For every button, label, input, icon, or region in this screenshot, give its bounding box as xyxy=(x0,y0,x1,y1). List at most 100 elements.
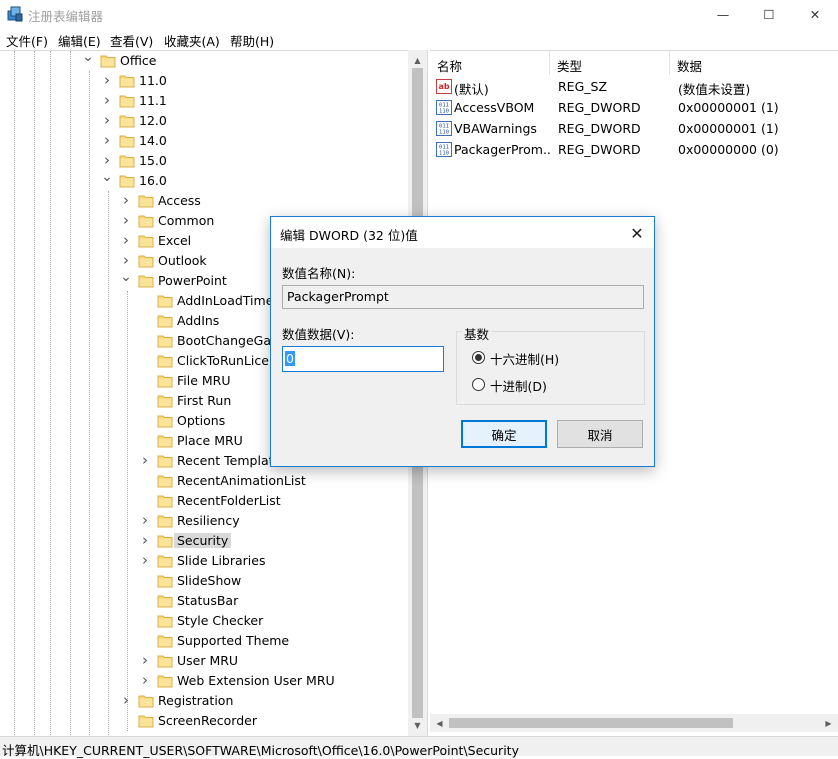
scroll-right-arrow-icon[interactable]: ▶ xyxy=(819,714,838,732)
folder-icon xyxy=(157,515,173,528)
tree-item-label: BootChangeGate xyxy=(177,333,284,348)
folder-icon xyxy=(157,435,173,448)
close-button[interactable]: ✕ xyxy=(792,0,838,28)
chevron-down-icon[interactable]: ⌄ xyxy=(120,269,132,285)
tree-item[interactable]: ⌄ 16.0 xyxy=(0,169,408,191)
chevron-right-icon[interactable]: › xyxy=(101,71,113,89)
regedit-icon xyxy=(7,6,23,22)
menu-favorites[interactable]: 收藏夹(A) xyxy=(164,31,220,50)
tree-item[interactable]: Supported Theme xyxy=(0,631,408,651)
tree-item[interactable]: ⌄ Office xyxy=(0,51,408,71)
value-data-cell: 0x00000001 (1) xyxy=(678,121,779,136)
tree-item-label: 16.0 xyxy=(139,173,167,188)
value-row[interactable]: ab (默认) REG_SZ (数值未设置) xyxy=(430,76,838,97)
tree-item[interactable]: › Registration xyxy=(0,691,408,711)
values-scroll-thumb[interactable] xyxy=(449,718,733,728)
menu-edit[interactable]: 编辑(E) xyxy=(58,31,101,50)
value-data-label: 数值数据(V): xyxy=(282,327,355,342)
menu-file[interactable]: 文件(F) xyxy=(6,31,48,50)
ok-button[interactable]: 确定 xyxy=(461,420,547,448)
tree-item[interactable]: › 11.0 xyxy=(0,71,408,91)
tree-item-label: ScreenRecorder xyxy=(158,713,257,728)
column-data-header[interactable]: 数据 xyxy=(670,51,838,75)
chevron-right-icon[interactable]: › xyxy=(139,671,151,689)
tree-item-label: Office xyxy=(120,53,157,68)
tree-item[interactable]: RecentFolderList xyxy=(0,491,408,511)
chevron-right-icon[interactable]: › xyxy=(120,191,132,209)
tree-item[interactable]: StatusBar xyxy=(0,591,408,611)
chevron-right-icon[interactable]: › xyxy=(120,231,132,249)
minimize-icon: — xyxy=(716,6,730,22)
decimal-radio[interactable] xyxy=(472,378,485,391)
tree-item[interactable]: › Slide Libraries xyxy=(0,551,408,571)
folder-icon xyxy=(157,375,173,388)
tree-item[interactable]: › 12.0 xyxy=(0,111,408,131)
value-row[interactable]: 011 110 VBAWarnings REG_DWORD 0x00000001 (1) xyxy=(430,118,838,139)
folder-icon xyxy=(119,95,135,108)
title-bar[interactable]: 注册表编辑器 — ☐ ✕ xyxy=(0,0,838,28)
folder-icon xyxy=(157,595,173,608)
chevron-down-icon[interactable]: ⌄ xyxy=(82,51,94,65)
chevron-right-icon[interactable]: › xyxy=(120,691,132,709)
tree-item-label: User MRU xyxy=(177,653,239,668)
scroll-down-arrow-icon[interactable]: ▼ xyxy=(408,716,427,734)
tree-item-label: Outlook xyxy=(158,253,207,268)
value-data-input[interactable]: 0 xyxy=(282,346,444,372)
tree-item[interactable]: › User MRU xyxy=(0,651,408,671)
menu-help[interactable]: 帮助(H) xyxy=(230,31,274,50)
dword-value-icon: 011110 xyxy=(436,142,452,157)
dialog-title-bar[interactable]: 编辑 DWORD (32 位)值 ✕ xyxy=(271,217,654,248)
chevron-right-icon[interactable]: › xyxy=(120,211,132,229)
chevron-right-icon[interactable]: › xyxy=(101,151,113,169)
tree-item[interactable]: RecentAnimationList xyxy=(0,471,408,491)
chevron-right-icon[interactable]: › xyxy=(120,251,132,269)
tree-item-label: AddInLoadTimes xyxy=(177,293,280,308)
folder-icon xyxy=(119,75,135,88)
folder-icon xyxy=(138,235,154,248)
tree-item[interactable]: › Access xyxy=(0,191,408,211)
chevron-right-icon[interactable]: › xyxy=(101,91,113,109)
folder-icon xyxy=(157,315,173,328)
folder-icon xyxy=(157,615,173,628)
value-row[interactable]: 011 110 AccessVBOM REG_DWORD 0x00000001 (1) xyxy=(430,97,838,118)
folder-icon xyxy=(138,275,154,288)
chevron-right-icon[interactable]: › xyxy=(139,531,151,549)
folder-icon xyxy=(157,535,173,548)
value-type-cell: REG_DWORD xyxy=(558,121,641,136)
column-name-header[interactable]: 名称 xyxy=(430,51,550,75)
tree-item[interactable]: › Web Extension User MRU xyxy=(0,671,408,691)
tree-item[interactable]: › 14.0 xyxy=(0,131,408,151)
value-name-cell: (默认) xyxy=(454,82,489,97)
chevron-right-icon[interactable]: › xyxy=(101,111,113,129)
minimize-button[interactable]: — xyxy=(700,0,746,28)
tree-item[interactable]: › Security xyxy=(0,531,408,551)
chevron-down-icon[interactable]: ⌄ xyxy=(101,169,113,185)
tree-item[interactable]: › Resiliency xyxy=(0,511,408,531)
chevron-right-icon[interactable]: › xyxy=(139,551,151,569)
tree-item[interactable]: ScreenRecorder xyxy=(0,711,408,731)
column-type-header[interactable]: 类型 xyxy=(550,51,670,75)
folder-icon xyxy=(157,635,173,648)
tree-item-label: RecentFolderList xyxy=(177,493,281,508)
tree-item[interactable]: › 11.1 xyxy=(0,91,408,111)
chevron-right-icon[interactable]: › xyxy=(101,131,113,149)
scroll-up-arrow-icon[interactable]: ▲ xyxy=(408,51,427,69)
dialog-close-button[interactable]: ✕ xyxy=(624,221,650,245)
chevron-right-icon[interactable]: › xyxy=(139,651,151,669)
hex-radio-label[interactable]: 十六进制(H) xyxy=(490,349,559,368)
decimal-radio-label[interactable]: 十进制(D) xyxy=(490,376,547,395)
folder-icon xyxy=(157,355,173,368)
tree-item-label: Access xyxy=(158,193,201,208)
hex-radio[interactable] xyxy=(472,351,485,364)
menu-view[interactable]: 查看(V) xyxy=(110,31,153,50)
value-row[interactable]: 011 110 PackagerProm... REG_DWORD 0x00000000… xyxy=(430,139,838,160)
tree-item[interactable]: SlideShow xyxy=(0,571,408,591)
chevron-right-icon[interactable]: › xyxy=(139,511,151,529)
tree-item[interactable]: › 15.0 xyxy=(0,151,408,171)
folder-icon xyxy=(157,415,173,428)
chevron-right-icon[interactable]: › xyxy=(139,451,151,469)
tree-item[interactable]: Style Checker xyxy=(0,611,408,631)
cancel-button[interactable]: 取消 xyxy=(557,420,643,448)
maximize-button[interactable]: ☐ xyxy=(746,0,792,28)
scroll-left-arrow-icon[interactable]: ◀ xyxy=(430,714,449,732)
